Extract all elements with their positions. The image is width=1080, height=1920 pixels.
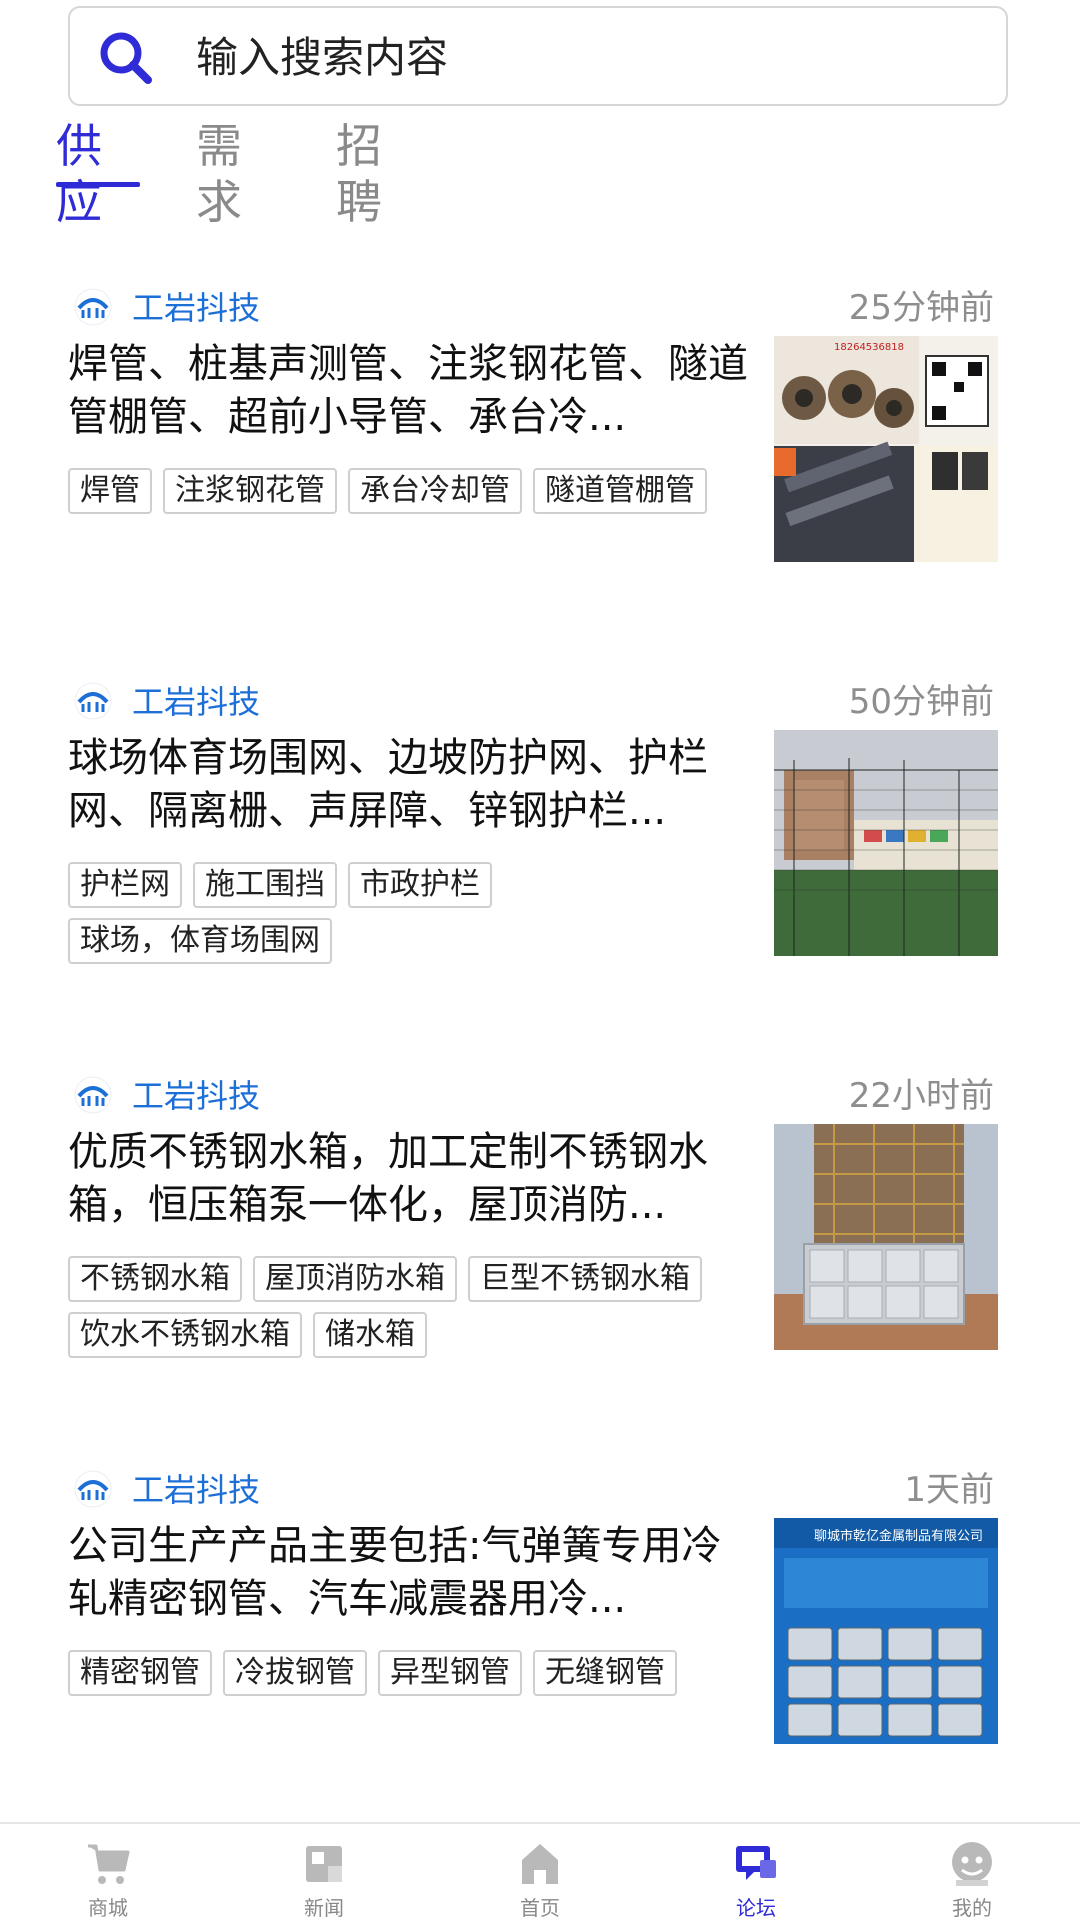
post-card[interactable]: 工岩抖技 1天前 公司生产产品主要包括:气弹簧专用冷轧精密钢管、汽车减震器用冷.…	[0, 1470, 1080, 1770]
tag[interactable]: 屋顶消防水箱	[253, 1256, 457, 1302]
post-time: 22小时前	[848, 1076, 994, 1116]
tag[interactable]: 不锈钢水箱	[68, 1256, 242, 1302]
post-card[interactable]: 工岩抖技 22小时前 优质不锈钢水箱，加工定制不锈钢水箱，恒压箱泵一体化，屋顶消…	[0, 1076, 1080, 1376]
tag[interactable]: 施工围挡	[193, 862, 337, 908]
thumb-caption: 聊城市乾亿金属制品有限公司	[814, 1528, 983, 1544]
post-time: 25分钟前	[848, 288, 994, 328]
author-name[interactable]: 工岩抖技	[132, 288, 260, 328]
home-icon	[522, 1844, 558, 1884]
author-name[interactable]: 工岩抖技	[132, 1076, 260, 1116]
post-title[interactable]: 焊管、桩基声测管、注浆钢花管、隧道管棚管、超前小导管、承台冷...	[68, 338, 754, 444]
tag[interactable]: 异型钢管	[378, 1650, 522, 1696]
nav-item-forum[interactable]: 论坛	[676, 1824, 836, 1920]
active-tab-indicator	[56, 182, 140, 187]
tag[interactable]: 球场，体育场围网	[68, 918, 332, 964]
product-image: 18264536818	[774, 336, 998, 562]
nav-item-profile[interactable]: 我的	[892, 1824, 1052, 1920]
profile-icon	[952, 1842, 992, 1886]
forum-icon	[736, 1846, 776, 1880]
post-thumbnail[interactable]: 聊城市乾亿金属制品有限公司	[774, 1518, 998, 1744]
tag-list: 不锈钢水箱 屋顶消防水箱 巨型不锈钢水箱 饮水不锈钢水箱 储水箱	[68, 1256, 748, 1358]
post-thumbnail[interactable]	[774, 1124, 998, 1350]
tag[interactable]: 精密钢管	[68, 1650, 212, 1696]
tag[interactable]: 护栏网	[68, 862, 182, 908]
tag-list: 精密钢管 冷拔钢管 异型钢管 无缝钢管	[68, 1650, 748, 1696]
author-name[interactable]: 工岩抖技	[132, 1470, 260, 1510]
nav-item-mall[interactable]: 商城	[28, 1824, 188, 1920]
tag[interactable]: 隧道管棚管	[533, 468, 707, 514]
tag[interactable]: 承台冷却管	[348, 468, 522, 514]
tab-demand[interactable]: 需求	[196, 118, 242, 230]
post-time: 1天前	[904, 1470, 994, 1510]
author-name[interactable]: 工岩抖技	[132, 682, 260, 722]
tag[interactable]: 市政护栏	[348, 862, 492, 908]
search-icon	[100, 32, 152, 84]
author-logo-icon	[74, 288, 112, 326]
tag[interactable]: 焊管	[68, 468, 152, 514]
post-card[interactable]: 工岩抖技 25分钟前 焊管、桩基声测管、注浆钢花管、隧道管棚管、超前小导管、承台…	[0, 288, 1080, 588]
tag[interactable]: 无缝钢管	[533, 1650, 677, 1696]
nav-item-news[interactable]: 新闻	[244, 1824, 404, 1920]
tag[interactable]: 储水箱	[313, 1312, 427, 1358]
product-image	[774, 1124, 998, 1350]
nav-item-home[interactable]: 首页	[460, 1824, 620, 1920]
post-time: 50分钟前	[848, 682, 994, 722]
tab-supply[interactable]: 供应	[56, 118, 102, 230]
author-logo-icon	[74, 682, 112, 720]
tag-list: 焊管 注浆钢花管 承台冷却管 隧道管棚管	[68, 468, 748, 514]
nav-label: 首页	[520, 1896, 560, 1920]
post-thumbnail[interactable]: 18264536818	[774, 336, 998, 562]
tag[interactable]: 巨型不锈钢水箱	[468, 1256, 702, 1302]
nav-label: 我的	[952, 1896, 992, 1920]
cart-icon	[88, 1844, 130, 1884]
news-icon	[306, 1846, 342, 1882]
author-logo-icon	[74, 1470, 112, 1508]
post-thumbnail[interactable]	[774, 730, 998, 956]
post-card[interactable]: 工岩抖技 50分钟前 球场体育场围网、边坡防护网、护栏网、隔离栅、声屏障、锌钢护…	[0, 682, 1080, 982]
tab-recruit[interactable]: 招聘	[336, 118, 382, 230]
author-logo-icon	[74, 1076, 112, 1114]
nav-label: 商城	[88, 1896, 128, 1920]
search-input[interactable]: 输入搜索内容	[196, 32, 448, 84]
tag[interactable]: 注浆钢花管	[163, 468, 337, 514]
thumb-caption: 18264536818	[834, 342, 904, 353]
product-image	[774, 730, 998, 956]
product-image: 聊城市乾亿金属制品有限公司	[774, 1518, 998, 1744]
search-bar[interactable]: 输入搜索内容	[68, 6, 1008, 106]
nav-label: 论坛	[736, 1896, 776, 1920]
bottom-nav: 商城 新闻 首页 论坛 我的	[0, 1822, 1080, 1920]
post-title[interactable]: 球场体育场围网、边坡防护网、护栏网、隔离栅、声屏障、锌钢护栏...	[68, 732, 754, 838]
tag[interactable]: 饮水不锈钢水箱	[68, 1312, 302, 1358]
nav-label: 新闻	[304, 1896, 344, 1920]
tag-list: 护栏网 施工围挡 市政护栏 球场，体育场围网	[68, 862, 748, 964]
tag[interactable]: 冷拔钢管	[223, 1650, 367, 1696]
post-title[interactable]: 优质不锈钢水箱，加工定制不锈钢水箱，恒压箱泵一体化，屋顶消防...	[68, 1126, 754, 1232]
post-title[interactable]: 公司生产产品主要包括:气弹簧专用冷轧精密钢管、汽车减震器用冷...	[68, 1520, 754, 1626]
